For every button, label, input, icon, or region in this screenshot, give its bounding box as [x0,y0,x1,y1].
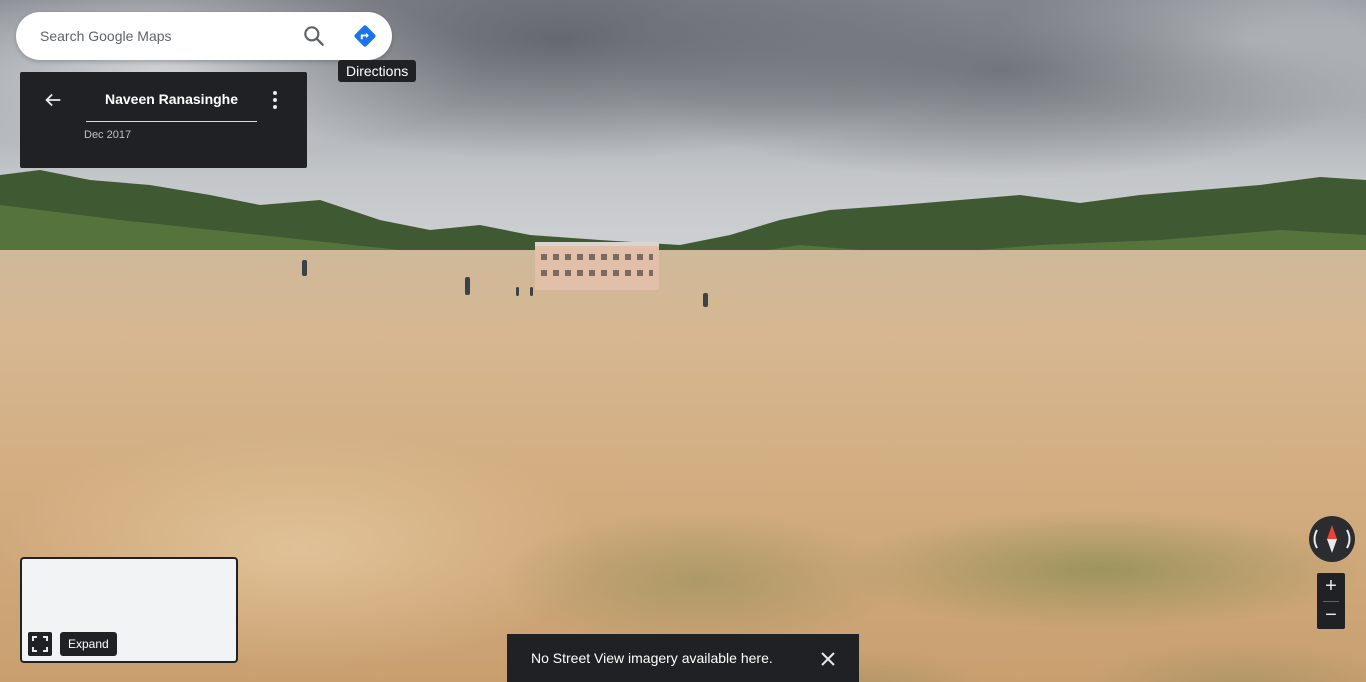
building [535,242,659,290]
more-vertical-icon [273,91,277,109]
person [302,260,307,276]
zoom-in-button[interactable]: + [1317,573,1345,600]
back-button[interactable] [42,89,64,111]
toast-close-button[interactable] [820,651,836,667]
no-imagery-toast: No Street View imagery available here. [507,634,859,682]
directions-icon [354,25,376,47]
expand-tooltip: Expand [60,632,117,656]
person [516,287,519,296]
more-options-button[interactable] [265,89,285,111]
compass-icon [1313,525,1351,553]
search-icon [304,26,324,46]
search-input[interactable] [40,26,290,46]
expand-icon [32,636,48,652]
expand-button[interactable] [28,632,52,656]
close-icon [821,652,835,666]
search-button[interactable] [301,23,327,49]
zoom-out-button[interactable]: − [1317,602,1345,629]
minimap[interactable] [20,557,238,663]
street-view-info-card: Naveen Ranasinghe Dec 2017 [20,72,307,168]
author-name[interactable]: Naveen Ranasinghe [86,89,257,122]
directions-button[interactable] [352,23,378,49]
person [703,293,708,307]
compass-button[interactable] [1309,516,1355,562]
directions-tooltip: Directions [338,60,417,82]
arrow-left-icon [45,93,61,107]
search-box [16,12,392,60]
person [530,287,533,296]
zoom-control: + − [1317,573,1345,629]
toast-message: No Street View imagery available here. [531,650,773,666]
person [465,277,470,295]
capture-date: Dec 2017 [84,129,132,141]
